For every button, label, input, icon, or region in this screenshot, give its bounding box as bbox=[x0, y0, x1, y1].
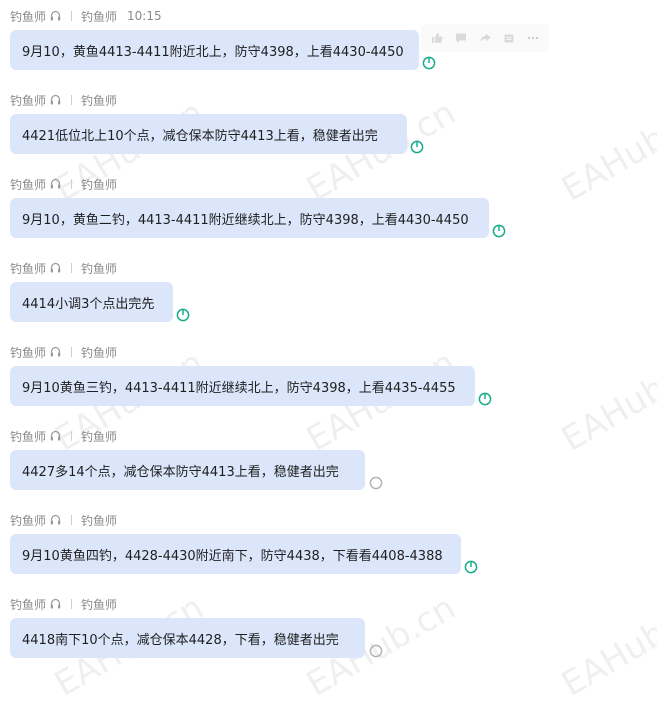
message-text: 4421低位北上10个点，减仓保本防守4413上看，稳健者出完 bbox=[22, 128, 378, 144]
unread-status-icon bbox=[369, 644, 384, 659]
message-text: 9月10，黄鱼4413-4411附近北上，防守4398，上看4430-4450 bbox=[22, 44, 404, 60]
message-text: 9月10黄鱼四钓，4428-4430附近南下，防守4438，下看看4408-43… bbox=[22, 548, 443, 564]
message-meta: 钓鱼师 钓鱼师 10:15 bbox=[10, 8, 162, 24]
receiver-name: 钓鱼师 bbox=[81, 429, 118, 444]
headset-icon bbox=[50, 514, 61, 526]
thumbs-up-icon[interactable] bbox=[425, 28, 449, 48]
message-text: 4427多14个点，减仓保本防守4413上看，稳健者出完 bbox=[22, 464, 339, 480]
divider bbox=[71, 431, 73, 441]
read-status-icon bbox=[492, 224, 507, 239]
receiver-name: 钓鱼师 bbox=[81, 177, 118, 192]
message-text: 4418南下10个点，减仓保本4428，下看，稳健者出完 bbox=[22, 632, 339, 648]
sender-name[interactable]: 钓鱼师 bbox=[10, 176, 46, 193]
headset-icon bbox=[50, 10, 61, 22]
sender-name[interactable]: 钓鱼师 bbox=[10, 8, 46, 25]
message: 钓鱼师 钓鱼师 4414小调3个点出完先 bbox=[10, 260, 190, 322]
message: 钓鱼师 钓鱼师 9月10黄鱼四钓，4428-4430附近南下，防守4438，下看… bbox=[10, 512, 478, 574]
divider bbox=[71, 95, 73, 105]
message-time: 10:15 bbox=[127, 9, 162, 23]
sender-name[interactable]: 钓鱼师 bbox=[10, 344, 46, 361]
message-text: 9月10，黄鱼二钓，4413-4411附近继续北上，防守4398，上看4430-… bbox=[22, 212, 469, 228]
receiver-name: 钓鱼师 bbox=[81, 513, 118, 528]
sender-name[interactable]: 钓鱼师 bbox=[10, 596, 46, 613]
message-meta: 钓鱼师 钓鱼师 bbox=[10, 428, 117, 444]
message-bubble[interactable]: 9月10，黄鱼4413-4411附近北上，防守4398，上看4430-4450 bbox=[10, 30, 419, 70]
sender-name[interactable]: 钓鱼师 bbox=[10, 92, 46, 109]
message: 钓鱼师 钓鱼师 9月10黄鱼三钓，4413-4411附近继续北上，防守4398，… bbox=[10, 344, 492, 406]
receiver-name: 钓鱼师 bbox=[81, 597, 118, 612]
sender-name[interactable]: 钓鱼师 bbox=[10, 260, 46, 277]
headset-icon bbox=[50, 178, 61, 190]
divider bbox=[71, 347, 73, 357]
sender-name[interactable]: 钓鱼师 bbox=[10, 512, 46, 529]
more-icon[interactable] bbox=[521, 28, 545, 48]
divider bbox=[71, 599, 73, 609]
unread-status-icon bbox=[369, 476, 384, 491]
headset-icon bbox=[50, 94, 61, 106]
message-meta: 钓鱼师 钓鱼师 bbox=[10, 344, 117, 360]
message: 钓鱼师 钓鱼师 4421低位北上10个点，减仓保本防守4413上看，稳健者出完 bbox=[10, 92, 424, 154]
message-meta: 钓鱼师 钓鱼师 bbox=[10, 512, 117, 528]
forward-icon[interactable] bbox=[473, 28, 497, 48]
divider bbox=[71, 515, 73, 525]
message: 钓鱼师 钓鱼师 4427多14个点，减仓保本防守4413上看，稳健者出完 bbox=[10, 428, 383, 490]
copy-icon[interactable] bbox=[497, 28, 521, 48]
watermark-eahub: EAHub bbox=[555, 368, 657, 460]
divider bbox=[71, 179, 73, 189]
read-status-icon bbox=[478, 392, 493, 407]
read-status-icon bbox=[410, 140, 425, 155]
watermark-eahub: EAHub bbox=[555, 613, 657, 705]
receiver-name: 钓鱼师 bbox=[81, 345, 118, 360]
message-bubble[interactable]: 4427多14个点，减仓保本防守4413上看，稳健者出完 bbox=[10, 450, 365, 490]
message-bubble[interactable]: 4421低位北上10个点，减仓保本防守4413上看，稳健者出完 bbox=[10, 114, 407, 154]
message-meta: 钓鱼师 钓鱼师 bbox=[10, 92, 117, 108]
message-meta: 钓鱼师 钓鱼师 bbox=[10, 260, 117, 276]
headset-icon bbox=[50, 598, 61, 610]
message-meta: 钓鱼师 钓鱼师 bbox=[10, 596, 117, 612]
read-status-icon bbox=[176, 308, 191, 323]
message-meta: 钓鱼师 钓鱼师 bbox=[10, 176, 117, 192]
divider bbox=[71, 11, 73, 21]
headset-icon bbox=[50, 262, 61, 274]
message-text: 9月10黄鱼三钓，4413-4411附近继续北上，防守4398，上看4435-4… bbox=[22, 380, 456, 396]
receiver-name: 钓鱼师 bbox=[81, 93, 118, 108]
receiver-name: 钓鱼师 bbox=[81, 9, 118, 24]
message-bubble[interactable]: 9月10，黄鱼二钓，4413-4411附近继续北上，防守4398，上看4430-… bbox=[10, 198, 489, 238]
comment-icon[interactable] bbox=[449, 28, 473, 48]
message: 钓鱼师 钓鱼师 4418南下10个点，减仓保本4428，下看，稳健者出完 bbox=[10, 596, 383, 658]
divider bbox=[71, 263, 73, 273]
headset-icon bbox=[50, 430, 61, 442]
sender-name[interactable]: 钓鱼师 bbox=[10, 428, 46, 445]
receiver-name: 钓鱼师 bbox=[81, 261, 118, 276]
message: 钓鱼师 钓鱼师 9月10，黄鱼二钓，4413-4411附近继续北上，防守4398… bbox=[10, 176, 506, 238]
message-text: 4414小调3个点出完先 bbox=[22, 296, 155, 312]
message: 钓鱼师 钓鱼师 10:15 9月10，黄鱼4413-4411附近北上，防守439… bbox=[10, 8, 549, 70]
message-bubble[interactable]: 4414小调3个点出完先 bbox=[10, 282, 173, 322]
message-bubble[interactable]: 9月10黄鱼三钓，4413-4411附近继续北上，防守4398，上看4435-4… bbox=[10, 366, 475, 406]
message-bubble[interactable]: 4418南下10个点，减仓保本4428，下看，稳健者出完 bbox=[10, 618, 365, 658]
read-status-icon bbox=[422, 56, 437, 71]
watermark-eahub: EAHub bbox=[555, 118, 657, 210]
headset-icon bbox=[50, 346, 61, 358]
read-status-icon bbox=[464, 560, 479, 575]
message-bubble[interactable]: 9月10黄鱼四钓，4428-4430附近南下，防守4438，下看看4408-43… bbox=[10, 534, 461, 574]
message-toolbar bbox=[421, 24, 549, 52]
